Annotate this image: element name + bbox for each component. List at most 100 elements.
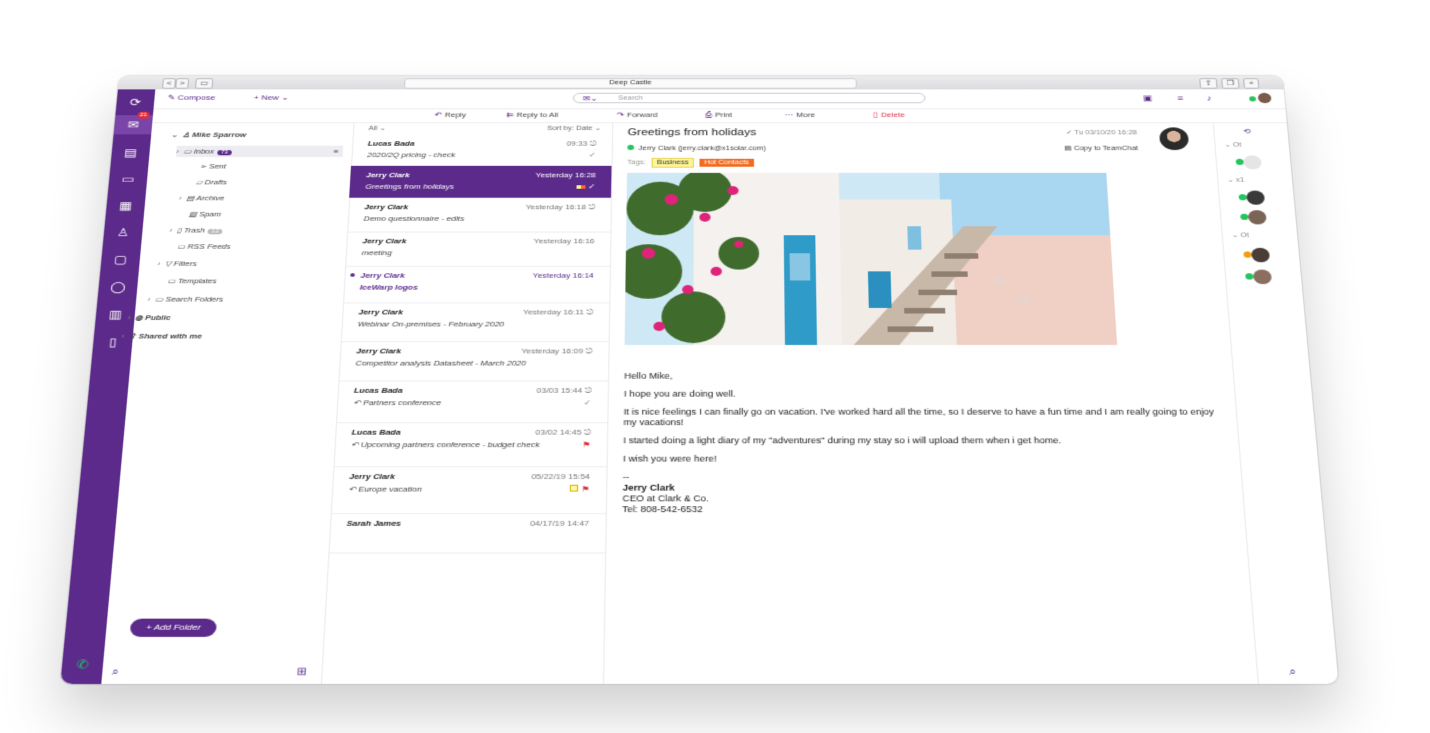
- folder-public[interactable]: › ◍ Public: [127, 313, 171, 321]
- trash-rail-icon[interactable]: ▯: [103, 336, 123, 349]
- list-item[interactable]: Lucas Bada 03/03 15:44 ⎋ ↶ Partners conf…: [335, 380, 608, 424]
- message-title: Greetings from holidays: [627, 127, 757, 138]
- hamburger-icon[interactable]: ≡: [333, 147, 338, 155]
- status-dot: [1243, 251, 1252, 258]
- signature-phone: Tel: 808-542-6532: [622, 504, 703, 515]
- from-row[interactable]: Jerry Clark (jerry.clark@x1solar.com): [627, 144, 766, 152]
- folder-templates[interactable]: ▭ Templates: [167, 277, 217, 285]
- list-item[interactable]: Sarah James 04/17/19 14:47: [328, 513, 606, 554]
- time-row: Yesterday 16:09 ⎋: [521, 347, 592, 356]
- list-item-unread[interactable]: Jerry Clark Yesterday 16:14 IceWarp logo…: [342, 265, 610, 304]
- tag-hot-contacts[interactable]: Hot Contacts: [699, 158, 754, 167]
- chevron-right-icon: ›: [178, 194, 183, 203]
- compose-button[interactable]: ✎ Compose: [167, 94, 215, 102]
- print-button[interactable]: ⎙ Print: [705, 111, 732, 120]
- time: Yesterday 16:11: [523, 307, 585, 317]
- reply-button[interactable]: ↶ Reply: [434, 111, 466, 119]
- attachment-icon: ⎋: [583, 427, 591, 437]
- folder-filters[interactable]: › ▽ Filters: [157, 260, 197, 268]
- people-group[interactable]: ⌄ Ot: [1232, 232, 1250, 239]
- folder-tree-icon[interactable]: ⊞: [297, 667, 308, 678]
- notes-icon[interactable]: ▥: [106, 308, 125, 321]
- flag-icon[interactable]: ⚑: [582, 440, 591, 449]
- layout-icon[interactable]: ▣: [1143, 94, 1153, 103]
- user-avatar[interactable]: [1257, 92, 1272, 104]
- group-label: Ot: [1232, 142, 1242, 149]
- mail-search-icon: ✉⌄: [582, 94, 598, 103]
- list-item[interactable]: Lucas Bada 09:33 ⎋ 2020/2Q pricing - che…: [350, 134, 613, 167]
- sort-icon[interactable]: ≡: [1177, 94, 1183, 103]
- forward-button[interactable]: ↷ Forward: [617, 111, 658, 119]
- tasks-icon[interactable]: ◯: [108, 280, 127, 293]
- new-tab-icon[interactable]: +: [1243, 78, 1260, 89]
- time-row: 03/02 14:45 ⎋: [535, 428, 591, 438]
- contact-avatar[interactable]: [1245, 269, 1273, 285]
- sort-dropdown[interactable]: Sort by: Date ⌄: [547, 125, 601, 132]
- phone-icon[interactable]: ✆: [72, 657, 93, 671]
- body-paragraph: I hope you are doing well.: [623, 389, 736, 399]
- search-icon[interactable]: ⌕: [1289, 667, 1297, 678]
- tag-business[interactable]: Business: [651, 157, 695, 168]
- back-button[interactable]: <: [161, 78, 177, 89]
- folder-spam[interactable]: ▧ Spam: [189, 210, 222, 218]
- search-input[interactable]: ✉⌄ Search: [572, 92, 926, 104]
- spam-label: Spam: [198, 210, 222, 219]
- mail-icon[interactable]: ✉ 21: [113, 111, 153, 135]
- forward-nav-button[interactable]: >: [175, 78, 190, 89]
- more-button[interactable]: ⋯ More: [785, 111, 816, 119]
- contact-avatar[interactable]: [1243, 247, 1271, 263]
- list-item[interactable]: Lucas Bada 03/02 14:45 ⎋ ↶ Upcoming part…: [333, 422, 608, 468]
- filter-dropdown[interactable]: All ⌄: [368, 125, 386, 132]
- conference-icon[interactable]: ▭: [119, 173, 138, 185]
- filter-label: All: [368, 125, 378, 132]
- copy-to-teamchat-button[interactable]: ▤ Copy to TeamChat: [1064, 145, 1138, 152]
- trash-count: 12: [207, 228, 223, 235]
- rss-label: RSS Feeds: [187, 242, 232, 251]
- folder-archive[interactable]: › ▤ Archive: [179, 194, 225, 202]
- shared-label: Shared with me: [138, 331, 203, 341]
- calendar-grid-icon[interactable]: ▦: [116, 199, 135, 211]
- sender-avatar[interactable]: [1158, 127, 1190, 151]
- contacts-icon[interactable]: ♙: [114, 226, 133, 239]
- reply-all-button[interactable]: ⇇ Reply to All: [506, 111, 558, 119]
- account-root[interactable]: ⌄ ♙ Mike Sparrow: [171, 131, 247, 139]
- list-item[interactable]: Jerry Clark Yesterday 16:16 meeting: [345, 231, 611, 267]
- presence-dot: [627, 144, 635, 151]
- folder-shared[interactable]: › ⇪ Shared with me: [121, 332, 202, 340]
- message-list: All ⌄ Sort by: Date ⌄ Lucas Bada 09:33 ⎋…: [320, 122, 614, 685]
- compose-label: Compose: [177, 93, 216, 102]
- sidebar-toggle-icon[interactable]: ▭: [194, 78, 214, 89]
- teamchat-icon[interactable]: ▤: [121, 147, 140, 159]
- list-item[interactable]: Jerry Clark Yesterday 16:09 ⎋ Competitor…: [338, 341, 609, 382]
- list-item[interactable]: Jerry Clark 05/22/19 15:54 ↶ Europe vaca…: [330, 466, 607, 515]
- url-bar[interactable]: Deep Castle: [403, 78, 857, 89]
- refresh-icon[interactable]: ⟳: [126, 96, 145, 108]
- contact-avatar[interactable]: [1238, 190, 1266, 205]
- check-icon: ✓: [588, 150, 597, 159]
- list-item[interactable]: Jerry Clark Yesterday 16:18 ⎋ Demo quest…: [347, 197, 612, 233]
- tag-flag-icon[interactable]: ⚑: [569, 484, 590, 494]
- mail-badge: 21: [137, 111, 150, 119]
- tabs-icon[interactable]: ❐: [1221, 78, 1240, 89]
- search-icon[interactable]: ⌕: [111, 667, 119, 678]
- folder-trash[interactable]: › ▯ Trash 12: [169, 226, 223, 235]
- list-item[interactable]: Jerry Clark Yesterday 16:11 ⎋ Webinar On…: [340, 302, 610, 343]
- contact-avatar[interactable]: [1240, 210, 1267, 225]
- share-icon[interactable]: ⇪: [1199, 78, 1218, 89]
- folder-drafts[interactable]: ▱ Drafts: [196, 178, 228, 186]
- list-item-selected[interactable]: Jerry Clark Yesterday 16:28 Greetings fr…: [349, 165, 612, 199]
- folder-sent[interactable]: ➢ Sent: [199, 162, 226, 170]
- folder-rss[interactable]: ▭ RSS Feeds: [177, 242, 231, 250]
- folder-search-folders[interactable]: › ▭ Search Folders: [147, 295, 223, 303]
- bell-icon[interactable]: ♪: [1206, 94, 1212, 103]
- sender: Sarah James: [346, 518, 402, 528]
- delete-button[interactable]: ▯ Delete: [873, 111, 905, 119]
- people-group[interactable]: ⌄ x1: [1227, 176, 1244, 183]
- contact-avatar[interactable]: [1235, 155, 1263, 170]
- people-group[interactable]: ⌄ Ot: [1224, 141, 1241, 148]
- documents-icon[interactable]: ▢: [111, 253, 130, 266]
- new-button[interactable]: + New ⌄: [253, 94, 289, 102]
- folder-inbox[interactable]: › ▭ Inbox 73 ≡: [175, 145, 344, 158]
- add-folder-button[interactable]: + Add Folder: [129, 618, 218, 637]
- history-icon[interactable]: ⟲: [1243, 127, 1251, 135]
